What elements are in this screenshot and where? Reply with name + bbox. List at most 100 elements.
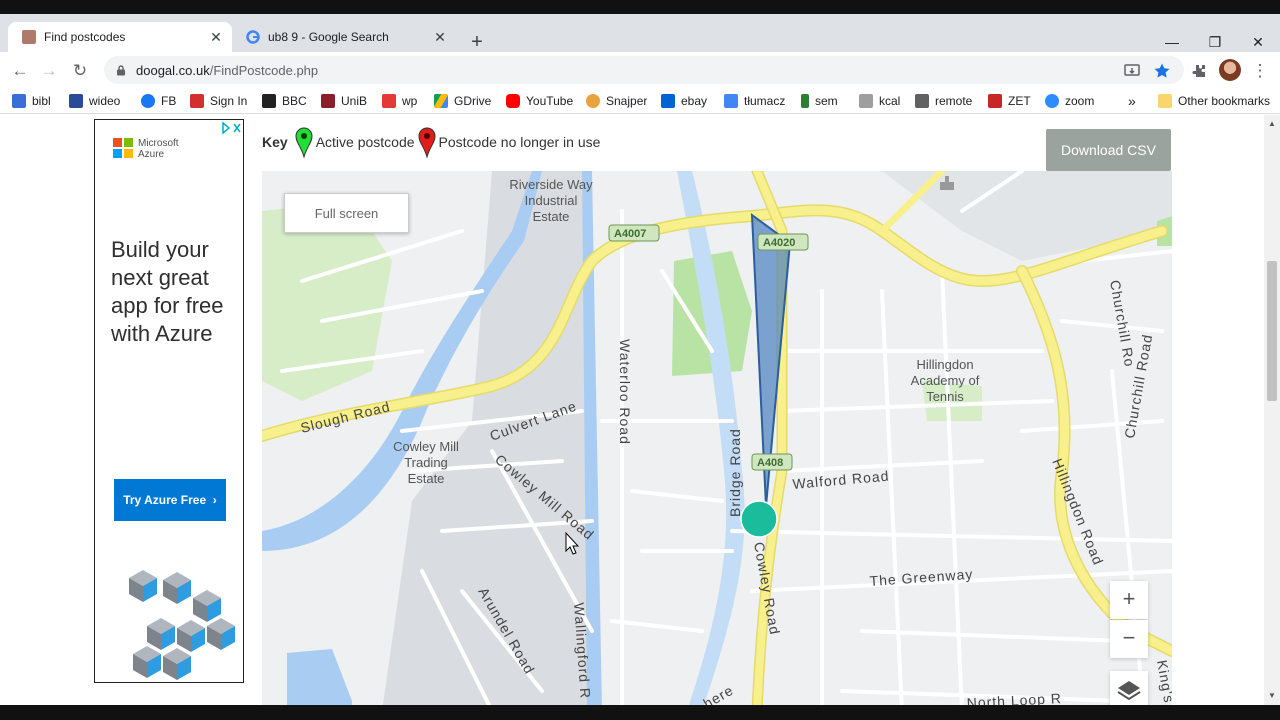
zoom-icon — [1045, 94, 1059, 108]
tab-find-postcodes[interactable]: Find postcodes ✕ — [8, 22, 232, 52]
window-top-edge — [0, 0, 1280, 14]
tab-title: Find postcodes — [44, 30, 126, 44]
bookmark-zet[interactable]: ZET — [988, 92, 1031, 110]
close-window-icon[interactable]: ✕ — [1243, 32, 1273, 52]
bookmark-fb[interactable]: FB — [141, 92, 176, 110]
url-path: /FindPostcode.php — [209, 62, 319, 78]
tab-title: ub8 9 - Google Search — [268, 30, 389, 44]
close-tab-icon[interactable]: ✕ — [430, 29, 450, 46]
browser-toolbar: ← → ↻ doogal.co.uk/FindPostcode.php ⋮ — [0, 52, 1280, 88]
waterloo-road-label: Waterloo Road — [617, 339, 633, 445]
bookmarks-overflow-button[interactable]: » — [1128, 92, 1136, 110]
bookmark-star-icon[interactable] — [1153, 62, 1171, 80]
folder-icon — [1158, 94, 1172, 108]
riverside-label-2: Industrial — [525, 193, 578, 208]
restore-icon[interactable]: ❐ — [1200, 32, 1230, 52]
map-view[interactable]: A4007 A4020 A408 Riverside Way Industria… — [262, 171, 1172, 705]
gdrive-icon — [434, 94, 448, 108]
riverside-label-1: Riverside Way — [509, 177, 593, 192]
chevron-right-icon: › — [212, 493, 217, 507]
bookmark-tlumacz[interactable]: tłumacz — [724, 92, 785, 110]
jw-icon — [69, 94, 83, 108]
bookmark-bbc[interactable]: BBC — [262, 92, 307, 110]
zet-icon — [988, 94, 1002, 108]
postcode-marker[interactable] — [740, 500, 778, 538]
bookmark-sem[interactable]: sem — [801, 92, 838, 110]
bookmark-wp[interactable]: wp — [382, 92, 417, 110]
map-key: Key Active postcode Postcode no longer i… — [262, 127, 601, 158]
bookmark-youtube[interactable]: YouTube — [506, 92, 573, 110]
cubes-illustration — [129, 570, 235, 680]
green-pin-icon — [295, 127, 313, 158]
bookmark-zoom[interactable]: zoom — [1045, 92, 1094, 110]
a4007-shield: A4007 — [614, 228, 646, 240]
page-content: Microsoft Azure Build your next great app… — [0, 115, 1264, 705]
ad-brand: Microsoft Azure — [138, 138, 179, 160]
bookmarks-bar: bibl wideo FB Sign In BBC UniB wp GDrive… — [0, 88, 1280, 114]
forward-icon[interactable]: → — [38, 60, 60, 82]
wp-icon — [382, 94, 396, 108]
site-favicon-icon — [22, 30, 36, 44]
download-csv-button[interactable]: Download CSV — [1046, 129, 1171, 171]
kcal-icon — [859, 94, 873, 108]
layers-icon — [1117, 681, 1141, 701]
riverside-label-3: Estate — [533, 209, 570, 224]
tab-strip: Find postcodes ✕ ub8 9 - Google Search ✕… — [0, 14, 1280, 52]
window-bottom-edge — [0, 705, 1280, 720]
azure-ad[interactable]: Microsoft Azure Build your next great app… — [94, 119, 244, 683]
reload-icon[interactable]: ↻ — [69, 60, 91, 82]
bookmark-kcal[interactable]: kcal — [859, 92, 900, 110]
a4020-shield: A4020 — [763, 237, 795, 249]
scroll-up-icon[interactable]: ▲ — [1268, 119, 1276, 128]
sign-in-icon — [190, 94, 204, 108]
bookmark-ebay[interactable]: ebay — [661, 92, 707, 110]
remote-icon — [915, 94, 929, 108]
key-active-text: Active postcode — [315, 134, 415, 150]
profile-avatar[interactable] — [1219, 59, 1241, 81]
unib-icon — [321, 94, 335, 108]
other-bookmarks-folder[interactable]: Other bookmarks — [1158, 92, 1270, 110]
bookmark-bibl[interactable]: bibl — [12, 92, 51, 110]
bookmark-remote[interactable]: remote — [915, 92, 972, 110]
zoom-in-button[interactable]: + — [1110, 581, 1148, 619]
cowley-mill-label-1: Cowley Mill — [393, 439, 459, 454]
lock-icon — [117, 64, 125, 75]
full-screen-button[interactable]: Full screen — [284, 193, 409, 233]
address-bar[interactable]: doogal.co.uk/FindPostcode.php — [104, 56, 1184, 84]
bookmark-icon — [12, 94, 26, 108]
try-azure-button[interactable]: Try Azure Free › — [114, 479, 226, 521]
page-scrollbar[interactable]: ▲ ▼ — [1264, 115, 1280, 705]
ad-choices-icon[interactable] — [221, 121, 243, 135]
ebay-icon — [661, 94, 675, 108]
academy-label-1: Hillingdon — [916, 357, 973, 372]
bbc-icon — [262, 94, 276, 108]
back-icon[interactable]: ← — [9, 60, 31, 82]
cowley-mill-label-2: Trading — [404, 455, 448, 470]
key-inactive-text: Postcode no longer in use — [438, 134, 601, 150]
scroll-down-icon[interactable]: ▼ — [1268, 691, 1276, 700]
new-tab-button[interactable]: + — [466, 32, 488, 54]
extensions-icon[interactable] — [1190, 62, 1208, 80]
google-favicon-icon — [246, 30, 260, 44]
bookmark-gdrive[interactable]: GDrive — [434, 92, 491, 110]
close-tab-icon[interactable]: ✕ — [206, 29, 226, 46]
bookmark-sign-in[interactable]: Sign In — [190, 92, 247, 110]
menu-dots-icon[interactable]: ⋮ — [1249, 60, 1271, 82]
snajper-icon — [586, 94, 600, 108]
key-label: Key — [262, 134, 288, 150]
cowley-mill-label-3: Estate — [408, 471, 445, 486]
scrollbar-thumb[interactable] — [1267, 261, 1277, 401]
zoom-out-button[interactable]: − — [1110, 620, 1148, 658]
facebook-icon — [141, 94, 155, 108]
minimize-icon[interactable]: — — [1157, 32, 1187, 52]
tab-google-search[interactable]: ub8 9 - Google Search ✕ — [232, 22, 456, 52]
layers-button[interactable] — [1110, 671, 1148, 705]
bookmark-snajper[interactable]: Snajper — [586, 92, 647, 110]
install-app-icon[interactable] — [1123, 62, 1141, 80]
map-tiles: A4007 A4020 A408 Riverside Way Industria… — [262, 171, 1172, 705]
bookmark-unib[interactable]: UniB — [321, 92, 367, 110]
ad-headline: Build your next great app for free with … — [111, 237, 224, 346]
academy-label-3: Tennis — [926, 389, 964, 404]
bookmark-wideo[interactable]: wideo — [69, 92, 120, 110]
academy-label-2: Academy of — [911, 373, 980, 388]
